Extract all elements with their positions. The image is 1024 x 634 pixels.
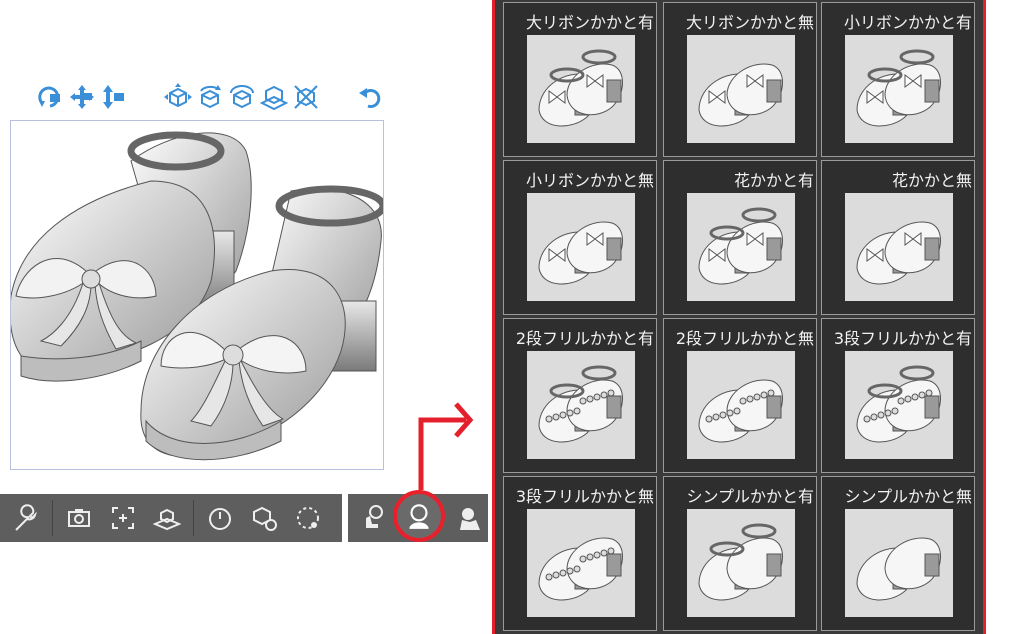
material-thumbnail xyxy=(527,509,635,617)
material-preset-item[interactable]: 2段フリルかかと有 xyxy=(503,318,657,473)
camera-pan-icon[interactable] xyxy=(68,83,96,111)
material-preset-item[interactable]: 大リボンかかと有 xyxy=(503,2,657,157)
material-thumbnail xyxy=(687,193,795,301)
object-reset-axis-icon[interactable] xyxy=(292,83,320,111)
material-preset-item[interactable]: 3段フリルかかと無 xyxy=(503,476,657,631)
object-rotate-horizontal-icon[interactable] xyxy=(228,83,256,111)
material-thumbnail xyxy=(687,35,795,143)
material-preset-item[interactable]: 花かかと有 xyxy=(663,160,817,315)
material-preset-label: 3段フリルかかと有 xyxy=(833,329,972,348)
material-thumbnail xyxy=(845,509,953,617)
object-list-icon[interactable] xyxy=(246,500,282,536)
sandal-model xyxy=(11,131,383,461)
material-preset-item[interactable]: シンプルかかと無 xyxy=(821,476,975,631)
object-move-plane-icon[interactable] xyxy=(260,83,288,111)
object-rotate-icon[interactable] xyxy=(196,83,224,111)
material-preset-label: 2段フリルかかと有 xyxy=(515,329,654,348)
material-preset-item[interactable]: 花かかと無 xyxy=(821,160,975,315)
ground-icon[interactable] xyxy=(149,500,185,536)
material-preset-label: シンプルかかと有 xyxy=(686,487,814,506)
material-preset-label: 3段フリルかかと無 xyxy=(515,487,654,506)
material-preset-item[interactable]: 小リボンかかと有 xyxy=(821,2,975,157)
frame-fit-icon[interactable] xyxy=(105,500,141,536)
material-preset-panel: 大リボンかかと有 大リボンかかと無 小リボンかかと有小リボンかかと無 花かかと有 花かか… xyxy=(492,0,986,634)
undo-icon[interactable] xyxy=(356,83,384,111)
material-preset-item[interactable]: 大リボンかかと無 xyxy=(663,2,817,157)
material-preset-label: 大リボンかかと有 xyxy=(525,13,654,32)
material-preset-label: シンプルかかと無 xyxy=(844,487,972,506)
wrench-icon[interactable] xyxy=(8,500,44,536)
material-preset-label: 花かかと無 xyxy=(891,171,972,190)
material-preset-item[interactable]: シンプルかかと有 xyxy=(663,476,817,631)
material-preset-label: 小リボンかかと無 xyxy=(525,171,654,190)
material-thumbnail xyxy=(845,35,953,143)
material-icon[interactable] xyxy=(393,490,445,542)
material-thumbnail xyxy=(527,193,635,301)
material-preset-item[interactable]: 小リボンかかと無 xyxy=(503,160,657,315)
material-preset-label: 2段フリルかかと無 xyxy=(675,329,814,348)
material-thumbnail xyxy=(845,193,953,301)
material-thumbnail xyxy=(845,351,953,459)
material-preset-label: 小リボンかかと有 xyxy=(843,13,972,32)
material-thumbnail xyxy=(527,35,635,143)
material-thumbnail xyxy=(687,351,795,459)
timer-icon[interactable] xyxy=(202,500,238,536)
material-preset-item[interactable]: 2段フリルかかと無 xyxy=(663,318,817,473)
camera-dolly-icon[interactable] xyxy=(100,83,128,111)
camera-rotate-icon[interactable] xyxy=(36,83,64,111)
material-thumbnail xyxy=(527,351,635,459)
object-move-icon[interactable] xyxy=(164,83,192,111)
material-preset-label: 大リボンかかと無 xyxy=(685,13,814,32)
preset-material-icon[interactable] xyxy=(452,500,488,536)
hand-pose-icon[interactable] xyxy=(356,500,392,536)
material-preset-item[interactable]: 3段フリルかかと有 xyxy=(821,318,975,473)
object-launcher-toolbar xyxy=(0,494,342,542)
object-manipulator-toolbar xyxy=(36,80,388,114)
material-preset-label: 花かかと有 xyxy=(733,171,814,190)
3d-canvas[interactable] xyxy=(10,120,384,470)
material-thumbnail xyxy=(687,509,795,617)
camera-view-icon[interactable] xyxy=(61,500,97,536)
rotate-reset-icon[interactable] xyxy=(290,500,326,536)
